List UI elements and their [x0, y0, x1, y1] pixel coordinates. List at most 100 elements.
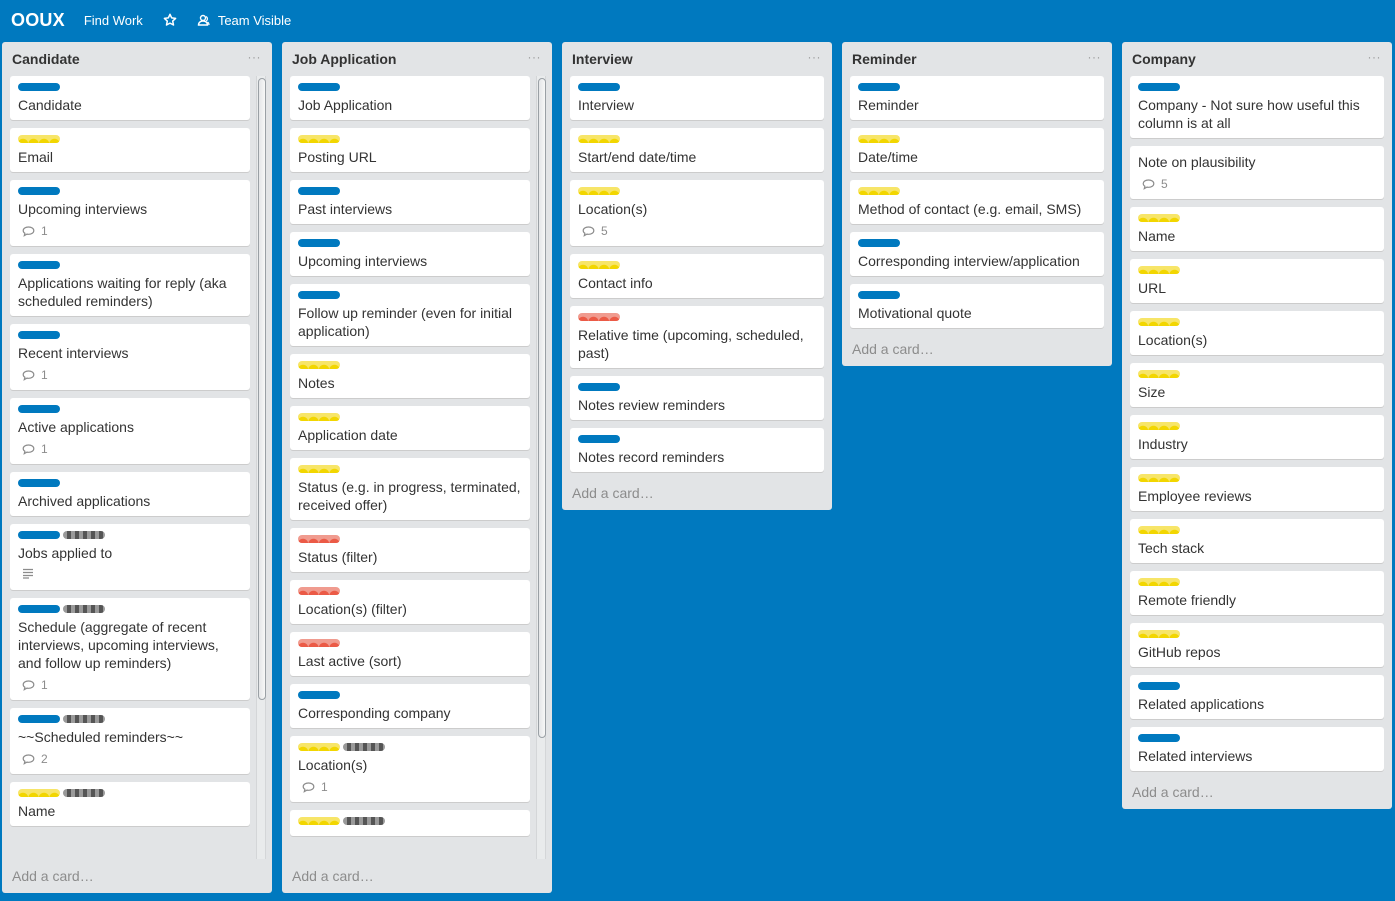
card[interactable]: Applications waiting for reply (aka sche…: [10, 254, 250, 316]
label-yellow[interactable]: [298, 465, 340, 473]
label-yellow[interactable]: [858, 187, 900, 195]
card[interactable]: GitHub repos: [1130, 623, 1384, 667]
add-card-button[interactable]: Add a card…: [842, 332, 1112, 366]
label-blue[interactable]: [578, 435, 620, 443]
list-menu-button[interactable]: ···: [248, 50, 262, 64]
label-yellow[interactable]: [1138, 578, 1180, 586]
label-blue[interactable]: [298, 187, 340, 195]
card[interactable]: Motivational quote: [850, 284, 1104, 328]
label-yellow[interactable]: [298, 361, 340, 369]
visibility-button[interactable]: Team Visible: [197, 13, 291, 28]
list-title[interactable]: Interview: [572, 51, 633, 67]
label-yellow[interactable]: [1138, 474, 1180, 482]
label-yellow[interactable]: [298, 817, 340, 825]
board-name[interactable]: OOUX: [11, 10, 65, 31]
label-gray[interactable]: [63, 605, 105, 613]
label-yellow[interactable]: [298, 413, 340, 421]
card[interactable]: Last active (sort): [290, 632, 530, 676]
card[interactable]: Related interviews: [1130, 727, 1384, 771]
card[interactable]: Interview: [570, 76, 824, 120]
label-yellow[interactable]: [578, 187, 620, 195]
label-yellow[interactable]: [1138, 214, 1180, 222]
card[interactable]: Name: [1130, 207, 1384, 251]
card[interactable]: Size: [1130, 363, 1384, 407]
list-title[interactable]: Company: [1132, 51, 1196, 67]
label-blue[interactable]: [18, 479, 60, 487]
list-title[interactable]: Candidate: [12, 51, 80, 67]
label-blue[interactable]: [1138, 682, 1180, 690]
card[interactable]: Schedule (aggregate of recent interviews…: [10, 598, 250, 700]
card[interactable]: Status (e.g. in progress, terminated, re…: [290, 458, 530, 520]
label-blue[interactable]: [18, 531, 60, 539]
label-yellow[interactable]: [1138, 422, 1180, 430]
label-yellow[interactable]: [1138, 526, 1180, 534]
card[interactable]: Past interviews: [290, 180, 530, 224]
card[interactable]: Contact info: [570, 254, 824, 298]
label-yellow[interactable]: [18, 789, 60, 797]
add-card-button[interactable]: Add a card…: [1122, 775, 1392, 809]
star-icon[interactable]: [163, 13, 177, 27]
scrollbar-thumb[interactable]: [538, 78, 546, 738]
label-blue[interactable]: [18, 405, 60, 413]
label-blue[interactable]: [18, 261, 60, 269]
label-red[interactable]: [298, 587, 340, 595]
team-link[interactable]: Find Work: [84, 13, 143, 28]
list-scrollbar[interactable]: [536, 76, 546, 859]
card[interactable]: Notes record reminders: [570, 428, 824, 472]
label-blue[interactable]: [18, 187, 60, 195]
list-menu-button[interactable]: ···: [528, 50, 542, 64]
label-yellow[interactable]: [1138, 318, 1180, 326]
label-blue[interactable]: [298, 291, 340, 299]
label-yellow[interactable]: [18, 135, 60, 143]
label-blue[interactable]: [1138, 83, 1180, 91]
label-yellow[interactable]: [858, 135, 900, 143]
card[interactable]: Relative time (upcoming, scheduled, past…: [570, 306, 824, 368]
card[interactable]: Candidate: [10, 76, 250, 120]
card[interactable]: Related applications: [1130, 675, 1384, 719]
card[interactable]: Location(s) (filter): [290, 580, 530, 624]
card[interactable]: Company - Not sure how useful this colum…: [1130, 76, 1384, 138]
card[interactable]: Status (filter): [290, 528, 530, 572]
card[interactable]: Remote friendly: [1130, 571, 1384, 615]
label-blue[interactable]: [858, 291, 900, 299]
label-gray[interactable]: [343, 743, 385, 751]
list-title[interactable]: Reminder: [852, 51, 917, 67]
list-menu-button[interactable]: ···: [1088, 50, 1102, 64]
card[interactable]: Application date: [290, 406, 530, 450]
list-title[interactable]: Job Application: [292, 51, 396, 67]
card[interactable]: Method of contact (e.g. email, SMS): [850, 180, 1104, 224]
card[interactable]: Upcoming interviews: [290, 232, 530, 276]
label-gray[interactable]: [63, 715, 105, 723]
card[interactable]: Tech stack: [1130, 519, 1384, 563]
card[interactable]: Date/time: [850, 128, 1104, 172]
card[interactable]: Location(s) 1: [290, 736, 530, 802]
card[interactable]: Notes: [290, 354, 530, 398]
card[interactable]: Posting URL: [290, 128, 530, 172]
card[interactable]: Archived applications: [10, 472, 250, 516]
label-blue[interactable]: [298, 83, 340, 91]
label-gray[interactable]: [63, 789, 105, 797]
label-red[interactable]: [298, 535, 340, 543]
card[interactable]: Corresponding interview/application: [850, 232, 1104, 276]
label-blue[interactable]: [18, 605, 60, 613]
label-blue[interactable]: [858, 239, 900, 247]
list-menu-button[interactable]: ···: [808, 50, 822, 64]
label-yellow[interactable]: [1138, 630, 1180, 638]
card[interactable]: Follow up reminder (even for initial app…: [290, 284, 530, 346]
label-blue[interactable]: [298, 239, 340, 247]
card[interactable]: URL: [1130, 259, 1384, 303]
label-blue[interactable]: [858, 83, 900, 91]
scrollbar-thumb[interactable]: [258, 78, 266, 700]
card[interactable]: Upcoming interviews 1: [10, 180, 250, 246]
card[interactable]: [290, 810, 530, 836]
label-red[interactable]: [578, 313, 620, 321]
card[interactable]: Start/end date/time: [570, 128, 824, 172]
card[interactable]: Name: [10, 782, 250, 826]
label-yellow[interactable]: [1138, 370, 1180, 378]
card[interactable]: Recent interviews 1: [10, 324, 250, 390]
label-yellow[interactable]: [298, 135, 340, 143]
label-red[interactable]: [298, 639, 340, 647]
card[interactable]: Location(s): [1130, 311, 1384, 355]
label-yellow[interactable]: [578, 261, 620, 269]
card[interactable]: Location(s) 5: [570, 180, 824, 246]
